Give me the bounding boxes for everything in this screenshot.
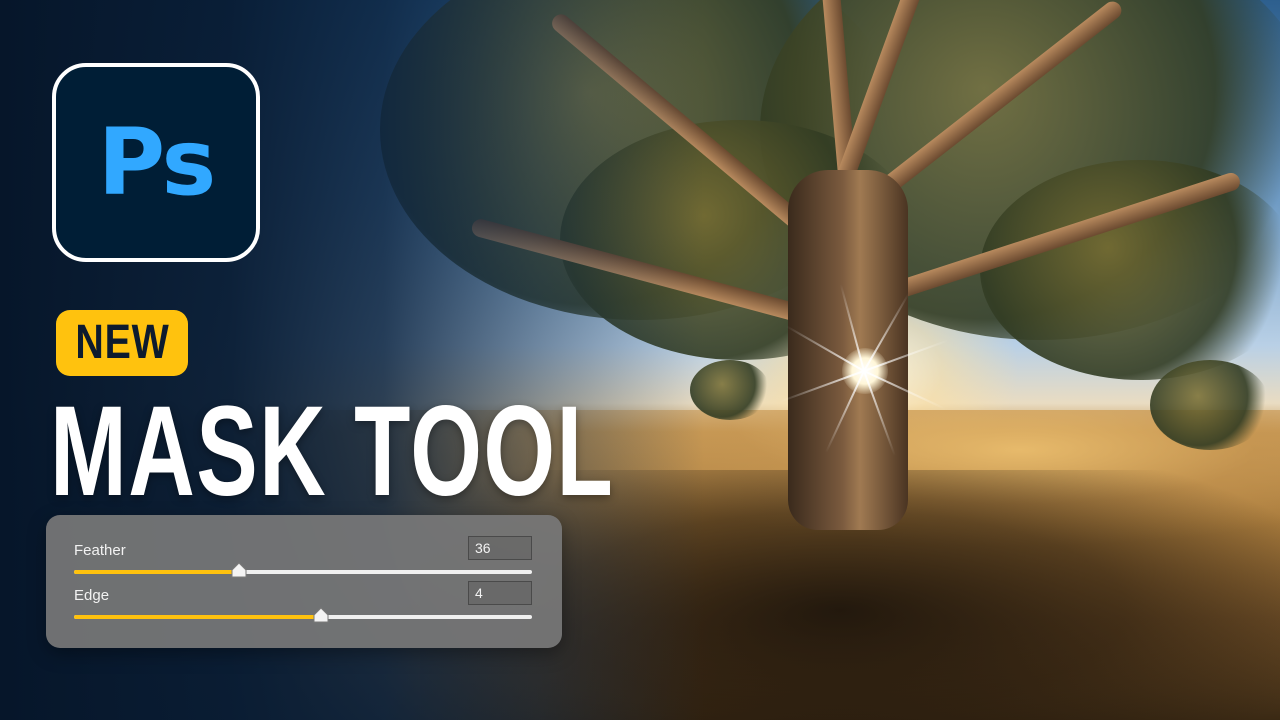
edge-slider-track[interactable]	[74, 607, 532, 623]
mask-properties-panel: Feather 36 Edge 4	[46, 515, 562, 648]
feather-slider-fill	[74, 570, 239, 574]
headline-title: MASK TOOL	[50, 380, 615, 523]
ps-logo-text: Ps	[97, 108, 217, 216]
edge-slider-fill	[74, 615, 322, 619]
feather-slider-thumb[interactable]	[231, 562, 247, 578]
feather-slider-track[interactable]	[74, 562, 532, 578]
feather-label: Feather	[74, 542, 126, 559]
new-badge-label: NEW	[74, 316, 170, 369]
feather-value-field[interactable]: 36	[468, 536, 532, 560]
photoshop-app-icon: Ps	[52, 63, 260, 262]
edge-label: Edge	[74, 587, 110, 604]
edge-slider-thumb[interactable]	[313, 607, 329, 623]
edge-value-field[interactable]: 4	[468, 581, 532, 605]
new-badge: NEW	[56, 310, 188, 376]
